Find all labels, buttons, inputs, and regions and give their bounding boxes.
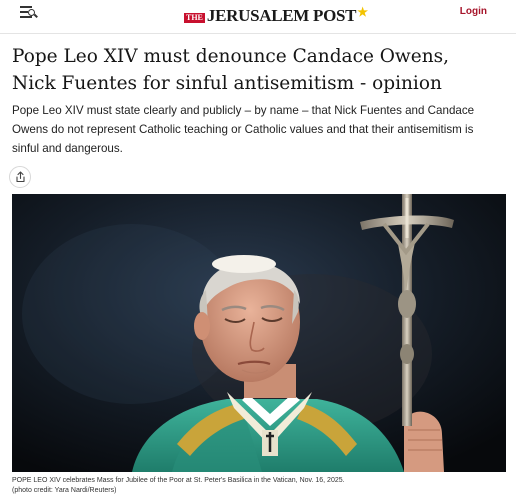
top-bar: THE JERUSALEM POST ★ Login bbox=[0, 0, 516, 34]
article-headline: Pope Leo XIV must denounce Candace Owens… bbox=[12, 46, 450, 94]
share-icon bbox=[16, 171, 25, 183]
logo-star-icon: ★ bbox=[357, 5, 368, 19]
login-link[interactable]: Login bbox=[460, 6, 487, 17]
article-dek: Pope Leo XIV must state clearly and publ… bbox=[12, 104, 475, 155]
share-button[interactable] bbox=[9, 166, 31, 188]
site-logo[interactable]: THE JERUSALEM POST ★ bbox=[184, 5, 368, 26]
caption-text: POPE LEO XIV celebrates Mass for Jubilee… bbox=[12, 477, 345, 484]
logo-the: THE bbox=[184, 13, 205, 23]
photo-caption: POPE LEO XIV celebrates Mass for Jubilee… bbox=[12, 476, 502, 496]
menu-search-icon[interactable] bbox=[20, 6, 38, 20]
logo-text: JERUSALEM POST bbox=[206, 6, 357, 25]
caption-credit: (photo credit: Yara Nardi/Reuters) bbox=[12, 487, 117, 494]
article-photo bbox=[12, 194, 506, 472]
pope-photo-illustration bbox=[12, 194, 506, 472]
